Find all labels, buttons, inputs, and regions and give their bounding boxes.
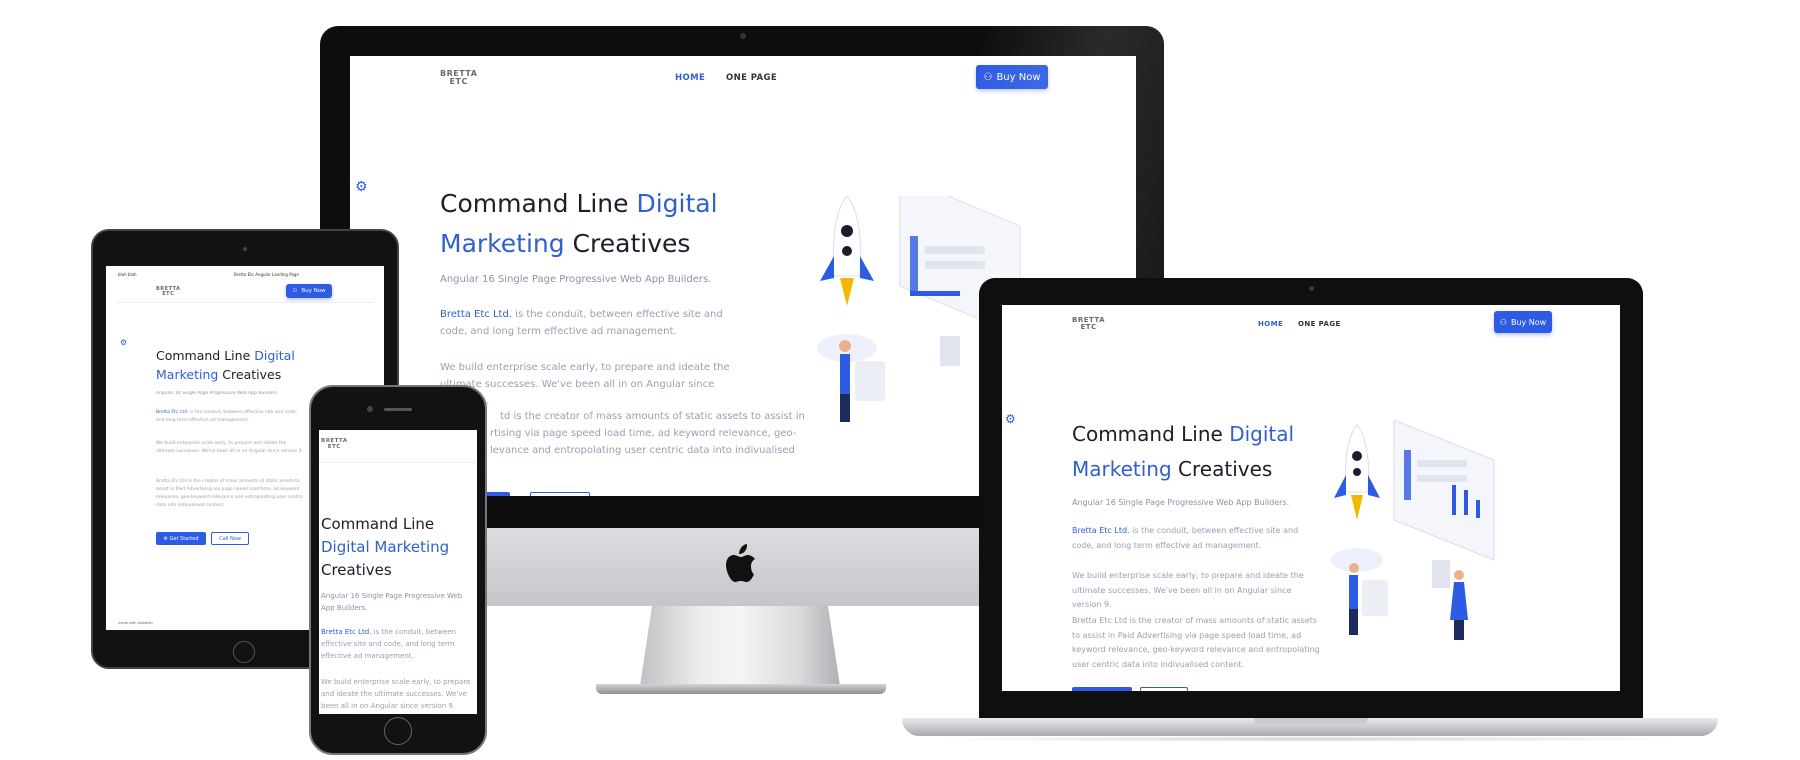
hero-title: Command Line Digital Marketing Creatives <box>440 184 720 264</box>
gear-icon[interactable]: ⚙ <box>120 339 127 347</box>
call-now-button[interactable] <box>530 492 590 496</box>
title-part3: Marketing <box>156 367 219 382</box>
call-now-label: Call Now <box>219 535 241 542</box>
laptop-screen: BRETTA ETC HOME ONE PAGE ⚇ Buy Now ⚙ Com… <box>1002 305 1620 691</box>
tablet-footer: made with blahblah <box>118 621 153 625</box>
hero-paragraph-1: Bretta Etc Ltd. is the conduit, between … <box>156 409 306 425</box>
hero-subtitle: Angular 16 Single Page Progressive Web A… <box>440 274 712 285</box>
get-started-label: Get Started <box>169 535 199 542</box>
hero-title: Command Line Digital Marketing Creatives <box>321 513 471 582</box>
bretta-link[interactable]: Bretta Etc Ltd. <box>1072 526 1130 535</box>
tablet-nav-divider <box>116 302 374 303</box>
buy-now-button[interactable]: ⚇ Buy Now <box>286 284 332 298</box>
title-line1: Command Line <box>321 515 435 533</box>
title-part3: Marketing <box>440 229 565 258</box>
title-part2: Digital <box>1229 422 1295 446</box>
buy-now-label: Buy Now <box>301 288 326 294</box>
tablet-home-button[interactable] <box>233 641 255 663</box>
hero-subtitle: Angular 16 Single Page Progressive Web A… <box>156 391 279 396</box>
logo-line2: ETC <box>327 443 341 450</box>
apple-logo-icon <box>722 544 758 594</box>
title-part2: Digital <box>636 189 718 218</box>
buy-now-label: Buy Now <box>1510 317 1547 327</box>
call-now-button[interactable] <box>1140 687 1188 691</box>
title-part4: Creatives <box>564 229 691 258</box>
gear-icon[interactable]: ⚙ <box>1005 413 1016 425</box>
para3-line3: levance and entropolating user centric d… <box>490 445 795 456</box>
site-logo[interactable]: BRETTA ETC <box>1072 317 1105 331</box>
rocket-illustration <box>1331 420 1495 640</box>
phone-screen: BRETTA ETC Command Line Digital Marketin… <box>319 430 477 714</box>
tablet-camera <box>243 247 247 251</box>
hero-paragraph-3: Bretta Etc Ltd is the creator of mass am… <box>156 479 304 508</box>
imac-stand <box>640 606 840 686</box>
get-started-button[interactable] <box>1072 687 1132 691</box>
bretta-link[interactable]: Bretta Etc Ltd. <box>440 309 512 320</box>
bretta-link[interactable]: Bretta Etc Ltd. <box>156 410 188 415</box>
title-part4: Creatives <box>218 367 282 382</box>
buy-now-button[interactable]: ⚇ Buy Now <box>1494 311 1552 333</box>
phone-camera <box>367 406 373 412</box>
hero-paragraph-3: Bretta Etc Ltd is the creator of mass am… <box>1072 616 1320 669</box>
hero-paragraph-1: Bretta Etc Ltd. is the conduit, between … <box>440 306 750 340</box>
laptop-opening-notch <box>1254 718 1368 724</box>
hero-paragraph-3: td is the creator of mass amounts of sta… <box>490 408 805 459</box>
title-part1: Command Line <box>156 348 255 363</box>
hero-paragraph-1: Bretta Etc Ltd. is the conduit, between … <box>321 626 471 662</box>
phone-nav-divider <box>319 462 477 463</box>
title-part2: Digital <box>254 348 295 363</box>
hero-paragraph-1: Bretta Etc Ltd. is the conduit, between … <box>1072 524 1322 553</box>
laptop-camera <box>1309 286 1314 291</box>
hero-paragraph-2: We build enterprise scale early, to prep… <box>1072 571 1304 609</box>
nav-one-page[interactable]: ONE PAGE <box>1298 320 1341 328</box>
gear-icon[interactable]: ⚙ <box>355 180 368 194</box>
bretta-link[interactable]: Bretta Etc Ltd. <box>321 628 371 636</box>
imac-stand-base <box>596 684 886 694</box>
title-part1: Command Line <box>1072 422 1230 446</box>
nav-one-page[interactable]: ONE PAGE <box>726 73 777 83</box>
get-started-button[interactable]: ⚙ Get Started <box>156 532 206 545</box>
hero-subtitle: Angular 16 Single Page Progressive Web A… <box>321 592 463 612</box>
logo-line2: ETC <box>162 291 175 297</box>
logo-line2: ETC <box>1080 323 1097 331</box>
hero-paragraph-2: We build enterprise scale early, to prep… <box>321 678 471 710</box>
laptop-shadow <box>922 736 1698 742</box>
title-line2: Digital Marketing <box>321 538 450 556</box>
tablet-topbar-left: blah blah <box>118 272 137 277</box>
user-icon: ⚇ <box>292 288 298 294</box>
hero-title: Command Line Digital Marketing Creatives <box>156 346 306 384</box>
site-logo[interactable]: BRETTA ETC <box>321 438 348 450</box>
user-icon: ⚇ <box>1499 317 1507 327</box>
title-line3: Creatives <box>321 561 392 579</box>
title-part1: Command Line <box>440 189 637 218</box>
tablet-topbar-center: Bretta Etc Angular Landing Page <box>234 272 299 277</box>
hero-title: Command Line Digital Marketing Creatives <box>1072 417 1312 487</box>
gear-icon: ⚙ <box>163 535 168 542</box>
call-now-button[interactable]: Call Now <box>211 532 249 545</box>
device-mockup-stage: BRETTA ETC HOME ONE PAGE ⚇ Buy Now ⚙ Com… <box>0 0 1800 760</box>
nav-home[interactable]: HOME <box>1258 320 1283 328</box>
title-part4: Creatives <box>1171 457 1273 481</box>
para3-line2: rtising via page speed load time, ad key… <box>490 428 797 439</box>
site-logo[interactable]: BRETTA ETC <box>440 70 477 86</box>
hero-subtitle: Angular 16 Single Page Progressive Web A… <box>1072 498 1290 507</box>
hero-paragraph-2: We build enterprise scale early, to prep… <box>156 441 304 454</box>
nav-home[interactable]: HOME <box>675 73 705 83</box>
phone-speaker <box>384 408 412 411</box>
para3-line1: td is the creator of mass amounts of sta… <box>500 411 805 422</box>
imac-camera <box>740 33 746 39</box>
logo-line2: ETC <box>449 77 468 86</box>
phone-home-button[interactable] <box>384 717 412 745</box>
title-part3: Marketing <box>1072 457 1172 481</box>
site-logo[interactable]: BRETTA ETC <box>156 287 181 297</box>
